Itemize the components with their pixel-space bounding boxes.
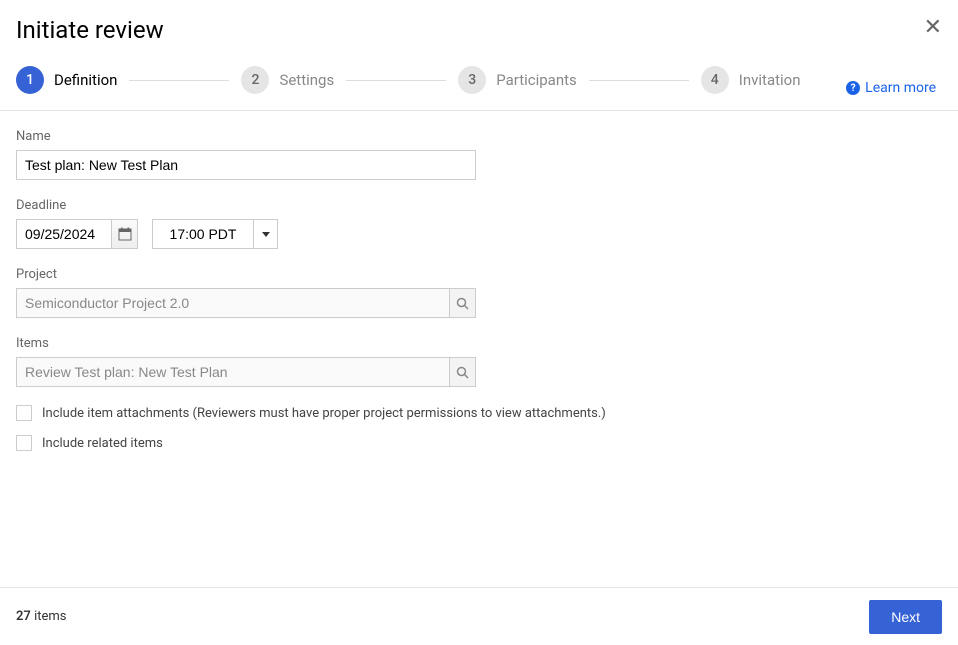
step-label-participants: Participants <box>496 71 577 89</box>
project-search[interactable] <box>16 288 476 318</box>
time-input[interactable] <box>153 220 253 248</box>
chevron-down-icon <box>262 232 270 237</box>
include-attachments-label: Include item attachments (Reviewers must… <box>42 406 606 421</box>
name-input[interactable] <box>16 150 476 180</box>
step-participants[interactable]: 3 Participants <box>458 66 577 94</box>
date-picker[interactable] <box>16 219 138 249</box>
close-icon: ✕ <box>924 14 942 39</box>
learn-more-link[interactable]: ? Learn more <box>846 80 936 96</box>
time-dropdown-button[interactable] <box>253 220 277 248</box>
next-button[interactable]: Next <box>869 600 942 634</box>
step-connector <box>129 80 229 81</box>
search-icon <box>456 297 469 310</box>
step-label-invitation: Invitation <box>739 71 801 89</box>
step-settings[interactable]: 2 Settings <box>241 66 334 94</box>
step-label-definition: Definition <box>54 71 117 89</box>
learn-more-text: Learn more <box>865 80 936 96</box>
wizard-stepper: 1 Definition 2 Settings 3 Participants 4… <box>0 52 958 110</box>
date-input[interactable] <box>17 220 111 248</box>
time-picker[interactable] <box>152 219 278 249</box>
step-number-4: 4 <box>701 66 729 94</box>
search-icon <box>456 366 469 379</box>
step-connector <box>589 80 689 81</box>
step-connector <box>346 80 446 81</box>
deadline-label: Deadline <box>16 198 942 213</box>
close-button[interactable]: ✕ <box>924 16 942 38</box>
items-count-number: 27 <box>16 609 31 624</box>
include-related-label: Include related items <box>42 436 163 451</box>
step-number-1: 1 <box>16 66 44 94</box>
page-title: Initiate review <box>16 16 164 44</box>
include-attachments-checkbox[interactable] <box>16 405 32 421</box>
items-label: Items <box>16 336 942 351</box>
step-label-settings: Settings <box>279 71 334 89</box>
project-search-button[interactable] <box>449 289 475 317</box>
calendar-icon <box>118 227 132 241</box>
step-invitation[interactable]: 4 Invitation <box>701 66 801 94</box>
step-number-2: 2 <box>241 66 269 94</box>
project-input[interactable] <box>17 289 449 317</box>
name-label: Name <box>16 129 942 144</box>
help-icon: ? <box>846 81 860 95</box>
step-definition[interactable]: 1 Definition <box>16 66 117 94</box>
step-number-3: 3 <box>458 66 486 94</box>
calendar-button[interactable] <box>111 220 137 248</box>
items-search-button[interactable] <box>449 358 475 386</box>
items-input[interactable] <box>17 358 449 386</box>
items-search[interactable] <box>16 357 476 387</box>
include-related-checkbox[interactable] <box>16 435 32 451</box>
project-label: Project <box>16 267 942 282</box>
items-count: 27 items <box>16 609 67 624</box>
items-count-suffix: items <box>31 609 67 624</box>
